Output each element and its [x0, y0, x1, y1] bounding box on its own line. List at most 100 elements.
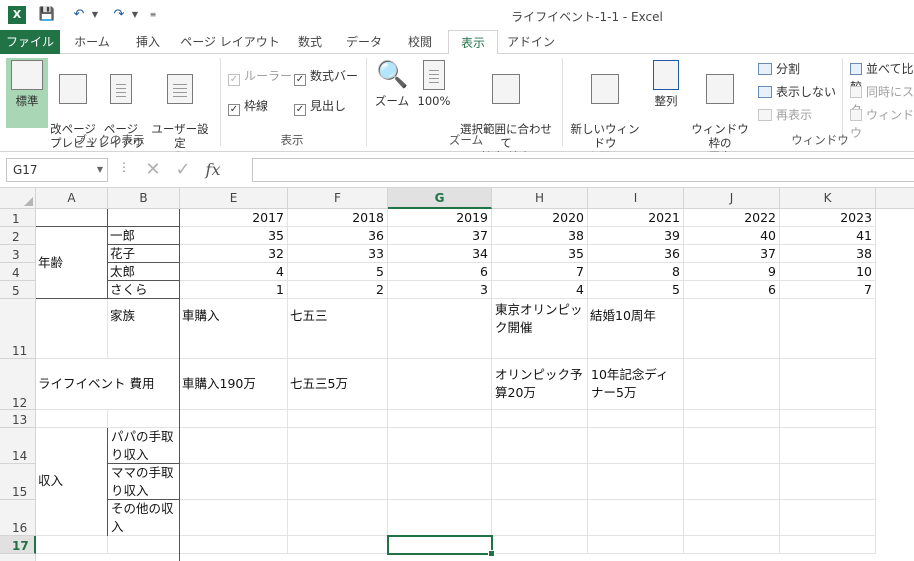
gridlines-checkbox[interactable]: ✓ 枠線: [228, 98, 268, 116]
worksheet-grid[interactable]: A B E F G H I J K 1 2 3 4 5 11 12 13 14 …: [0, 188, 914, 561]
cell-b17[interactable]: [108, 536, 180, 554]
normal-view-button[interactable]: 標準: [6, 58, 48, 128]
row-header-1[interactable]: 1: [0, 209, 36, 227]
row-header-11[interactable]: 11: [0, 299, 36, 359]
cell-f4[interactable]: 5: [288, 263, 388, 281]
new-window-button[interactable]: 新しいウィンドウ を開く: [566, 58, 644, 164]
row-header-18[interactable]: [0, 554, 36, 561]
row-header-15[interactable]: 15: [0, 464, 36, 500]
cell-h2[interactable]: 38: [492, 227, 588, 245]
cell-g14[interactable]: [388, 428, 492, 464]
cell-e4[interactable]: 4: [180, 263, 288, 281]
tab-home[interactable]: ホーム: [66, 30, 118, 54]
formula-input[interactable]: [252, 158, 914, 182]
cell-j16[interactable]: [684, 500, 780, 536]
cell-e12[interactable]: 車購入190万: [180, 359, 288, 410]
cell-i4[interactable]: 8: [588, 263, 684, 281]
sync-scroll-button[interactable]: 同時にスク: [850, 83, 914, 117]
row-header-12[interactable]: 12: [0, 359, 36, 410]
tab-formulas[interactable]: 数式: [288, 30, 332, 54]
cell-k11[interactable]: [780, 299, 876, 359]
tab-view[interactable]: 表示: [448, 30, 498, 55]
cell-f1[interactable]: 2018: [288, 209, 388, 227]
tab-insert[interactable]: 挿入: [124, 30, 172, 54]
cell-h11[interactable]: 東京オリンピック開催: [492, 299, 588, 359]
cell-f3[interactable]: 33: [288, 245, 388, 263]
cell-b5[interactable]: さくら: [108, 281, 180, 299]
row-header-3[interactable]: 3: [0, 245, 36, 263]
cell-f16[interactable]: [288, 500, 388, 536]
custom-views-button[interactable]: ユーザー設定 のビュー: [146, 58, 214, 164]
cell-b1[interactable]: [108, 209, 180, 227]
cell-i13[interactable]: [588, 410, 684, 428]
cell-j12[interactable]: [684, 359, 780, 410]
cell-e13[interactable]: [180, 410, 288, 428]
cell-k14[interactable]: [780, 428, 876, 464]
cell-h14[interactable]: [492, 428, 588, 464]
hide-window-button[interactable]: 表示しない: [758, 83, 836, 101]
row-header-2[interactable]: 2: [0, 227, 36, 245]
cell-h3[interactable]: 35: [492, 245, 588, 263]
ruler-checkbox[interactable]: ✓ ルーラー: [228, 68, 292, 86]
unhide-window-button[interactable]: 再表示: [758, 106, 812, 124]
cell-h12[interactable]: オリンピック予算20万: [492, 359, 588, 410]
cell-k13[interactable]: [780, 410, 876, 428]
cell-b3[interactable]: 花子: [108, 245, 180, 263]
zoom-to-selection-button[interactable]: 選択範囲に合わせて 拡大/縮小: [456, 58, 556, 164]
cell-a17[interactable]: [36, 536, 108, 554]
formula-bar-checkbox[interactable]: ✓ 数式バー: [294, 68, 358, 86]
cell-h15[interactable]: [492, 464, 588, 500]
cell-g16[interactable]: [388, 500, 492, 536]
cell-f14[interactable]: [288, 428, 388, 464]
cell-k15[interactable]: [780, 464, 876, 500]
cell-h5[interactable]: 4: [492, 281, 588, 299]
cell-i5[interactable]: 5: [588, 281, 684, 299]
cell-h1[interactable]: 2020: [492, 209, 588, 227]
cell-b15[interactable]: ママの手取り収入: [108, 464, 180, 500]
cell-f13[interactable]: [288, 410, 388, 428]
cell-j15[interactable]: [684, 464, 780, 500]
row-header-17[interactable]: 17: [0, 536, 36, 554]
cell-f17[interactable]: [288, 536, 388, 554]
column-header-k[interactable]: K: [780, 188, 876, 209]
cell-j14[interactable]: [684, 428, 780, 464]
cell-a11[interactable]: [36, 299, 108, 359]
cell-e5[interactable]: 1: [180, 281, 288, 299]
cell-e16[interactable]: [180, 500, 288, 536]
cell-f15[interactable]: [288, 464, 388, 500]
active-cell-selection[interactable]: [387, 535, 495, 557]
arrange-all-button[interactable]: 整列: [648, 58, 684, 128]
row-header-16[interactable]: 16: [0, 500, 36, 536]
column-header-a[interactable]: A: [36, 188, 108, 209]
cell-a1[interactable]: [36, 209, 108, 227]
enter-icon[interactable]: ✓: [168, 158, 198, 182]
cell-e15[interactable]: [180, 464, 288, 500]
page-layout-button[interactable]: ページ レイアウト: [98, 58, 144, 164]
cell-e3[interactable]: 32: [180, 245, 288, 263]
cell-h16[interactable]: [492, 500, 588, 536]
headings-checkbox[interactable]: ✓ 見出し: [294, 98, 346, 116]
cell-a14-income-label[interactable]: 収入: [36, 428, 108, 536]
cell-e17[interactable]: [180, 536, 288, 554]
cell-i12[interactable]: 10年記念ディナー5万: [588, 359, 684, 410]
cell-g1[interactable]: 2019: [388, 209, 492, 227]
view-side-by-side-button[interactable]: 並べて比較: [850, 60, 914, 94]
cell-k3[interactable]: 38: [780, 245, 876, 263]
cell-i11[interactable]: 結婚10周年: [588, 299, 684, 359]
cell-k17[interactable]: [780, 536, 876, 554]
formula-bar-grip-icon[interactable]: ⋮: [118, 160, 130, 174]
cell-k4[interactable]: 10: [780, 263, 876, 281]
column-header-i[interactable]: I: [588, 188, 684, 209]
cell-j17[interactable]: [684, 536, 780, 554]
column-header-g[interactable]: G: [388, 188, 492, 209]
cell-b16[interactable]: その他の収入: [108, 500, 180, 536]
row-header-4[interactable]: 4: [0, 263, 36, 281]
column-header-b[interactable]: B: [108, 188, 180, 209]
tab-data[interactable]: データ: [338, 30, 390, 54]
cell-g15[interactable]: [388, 464, 492, 500]
cell-h4[interactable]: 7: [492, 263, 588, 281]
cell-i15[interactable]: [588, 464, 684, 500]
cell-j1[interactable]: 2022: [684, 209, 780, 227]
cell-j2[interactable]: 40: [684, 227, 780, 245]
cell-k2[interactable]: 41: [780, 227, 876, 245]
